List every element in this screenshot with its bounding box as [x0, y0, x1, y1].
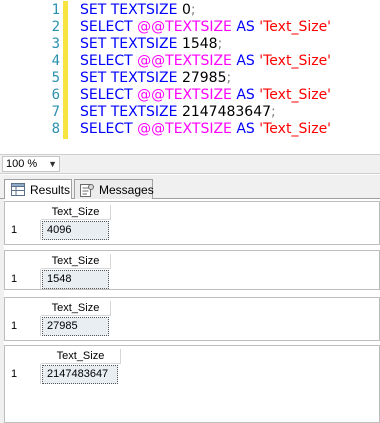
column-header[interactable]: Text_Size	[41, 301, 111, 316]
messages-icon	[80, 184, 94, 197]
line-number: 7	[51, 104, 60, 120]
result-cell[interactable]: 2147483647	[42, 365, 118, 384]
results-grid-icon	[11, 183, 25, 196]
editor-line[interactable]: 5 SET TEXTSIZE 27985;	[0, 70, 380, 87]
line-number: 5	[51, 70, 60, 86]
results-tab-strip: Results Messages	[0, 175, 380, 200]
keyword-token: SET TEXTSIZE	[80, 70, 182, 86]
keyword-token: SELECT	[80, 53, 138, 69]
code-line[interactable]: SET TEXTSIZE 27985;	[80, 70, 231, 87]
code-line[interactable]: SELECT @@TEXTSIZE AS 'Text_Size'	[80, 53, 331, 70]
string-token: 'Text_Size'	[259, 19, 332, 35]
result-cell[interactable]: 4096	[42, 221, 109, 240]
system-function-token: @@TEXTSIZE	[137, 19, 232, 35]
code-line[interactable]: SELECT @@TEXTSIZE AS 'Text_Size'	[80, 19, 331, 36]
editor-line[interactable]: 3 SET TEXTSIZE 1548;	[0, 36, 380, 53]
column-header[interactable]: Text_Size	[41, 205, 111, 220]
keyword-token: SELECT	[80, 87, 138, 103]
editor-line[interactable]: 2 SELECT @@TEXTSIZE AS 'Text_Size'	[0, 19, 380, 36]
result-cell[interactable]: 1548	[42, 270, 109, 289]
editor-line[interactable]: 4 SELECT @@TEXTSIZE AS 'Text_Size'	[0, 53, 380, 70]
row-number[interactable]: 1	[5, 364, 41, 384]
keyword-token: AS	[231, 53, 260, 69]
system-function-token: @@TEXTSIZE	[137, 87, 232, 103]
number-token: 0	[181, 2, 191, 18]
result-grid[interactable]: Text_Size 1 4096	[4, 201, 380, 245]
result-grid[interactable]: Text_Size 1 2147483647	[4, 345, 380, 423]
editor-line[interactable]: 6 SELECT @@TEXTSIZE AS 'Text_Size'	[0, 87, 380, 104]
editor-line[interactable]: 1 SET TEXTSIZE 0;	[0, 2, 380, 19]
zoom-dropdown[interactable]: 100 % ▼	[2, 156, 60, 172]
result-grid[interactable]: Text_Size 1 1548	[4, 250, 380, 290]
punctuation-token: ;	[217, 36, 223, 52]
string-token: 'Text_Size'	[259, 53, 332, 69]
column-header[interactable]: Text_Size	[41, 349, 121, 364]
line-number: 1	[51, 2, 60, 18]
row-number[interactable]: 1	[5, 220, 41, 240]
punctuation-token: ;	[190, 2, 196, 18]
punctuation-token: ;	[271, 104, 276, 120]
keyword-token: SELECT	[80, 19, 138, 35]
keyword-token: SET TEXTSIZE	[80, 36, 182, 52]
system-function-token: @@TEXTSIZE	[137, 121, 232, 137]
keyword-token: SET TEXTSIZE	[80, 104, 182, 120]
number-token: 1548	[181, 36, 218, 52]
zoom-value: 100 %	[6, 158, 38, 170]
string-token: 'Text_Size'	[259, 121, 332, 137]
chevron-down-icon[interactable]: ▼	[48, 157, 57, 171]
code-line[interactable]: SET TEXTSIZE 0;	[80, 2, 196, 19]
line-number: 6	[51, 87, 60, 103]
keyword-token: AS	[231, 87, 260, 103]
number-token: 2147483647	[181, 104, 272, 120]
code-line[interactable]: SELECT @@TEXTSIZE AS 'Text_Size'	[80, 121, 331, 138]
query-editor[interactable]: 1 SET TEXTSIZE 0; 2 SELECT @@TEXTSIZE AS…	[0, 0, 380, 154]
punctuation-token: ;	[226, 70, 232, 86]
result-cell[interactable]: 27985	[42, 317, 109, 336]
system-function-token: @@TEXTSIZE	[137, 53, 232, 69]
number-token: 27985	[181, 70, 227, 86]
editor-line[interactable]: 8 SELECT @@TEXTSIZE AS 'Text_Size'	[0, 121, 380, 138]
line-number: 2	[51, 19, 60, 35]
keyword-token: SET TEXTSIZE	[80, 2, 182, 18]
row-number[interactable]: 1	[5, 316, 41, 336]
keyword-token: AS	[231, 121, 260, 137]
line-number: 3	[51, 36, 60, 52]
tab-messages[interactable]: Messages	[74, 179, 154, 199]
string-token: 'Text_Size'	[259, 87, 332, 103]
tab-results[interactable]: Results	[4, 179, 72, 200]
result-grid[interactable]: Text_Size 1 27985	[4, 297, 380, 341]
column-header[interactable]: Text_Size	[41, 254, 111, 269]
keyword-token: SELECT	[80, 121, 138, 137]
code-line[interactable]: SELECT @@TEXTSIZE AS 'Text_Size'	[80, 87, 331, 104]
code-line[interactable]: SET TEXTSIZE 1548;	[80, 36, 222, 53]
tab-messages-label: Messages	[99, 183, 154, 197]
line-number: 4	[51, 53, 60, 69]
row-number[interactable]: 1	[5, 269, 41, 289]
line-number: 8	[51, 121, 60, 137]
code-line[interactable]: SET TEXTSIZE 2147483647;	[80, 104, 276, 121]
tab-results-label: Results	[30, 183, 71, 197]
zoom-bar: 100 % ▼	[0, 154, 380, 174]
keyword-token: AS	[231, 19, 260, 35]
editor-line[interactable]: 7 SET TEXTSIZE 2147483647;	[0, 104, 380, 121]
